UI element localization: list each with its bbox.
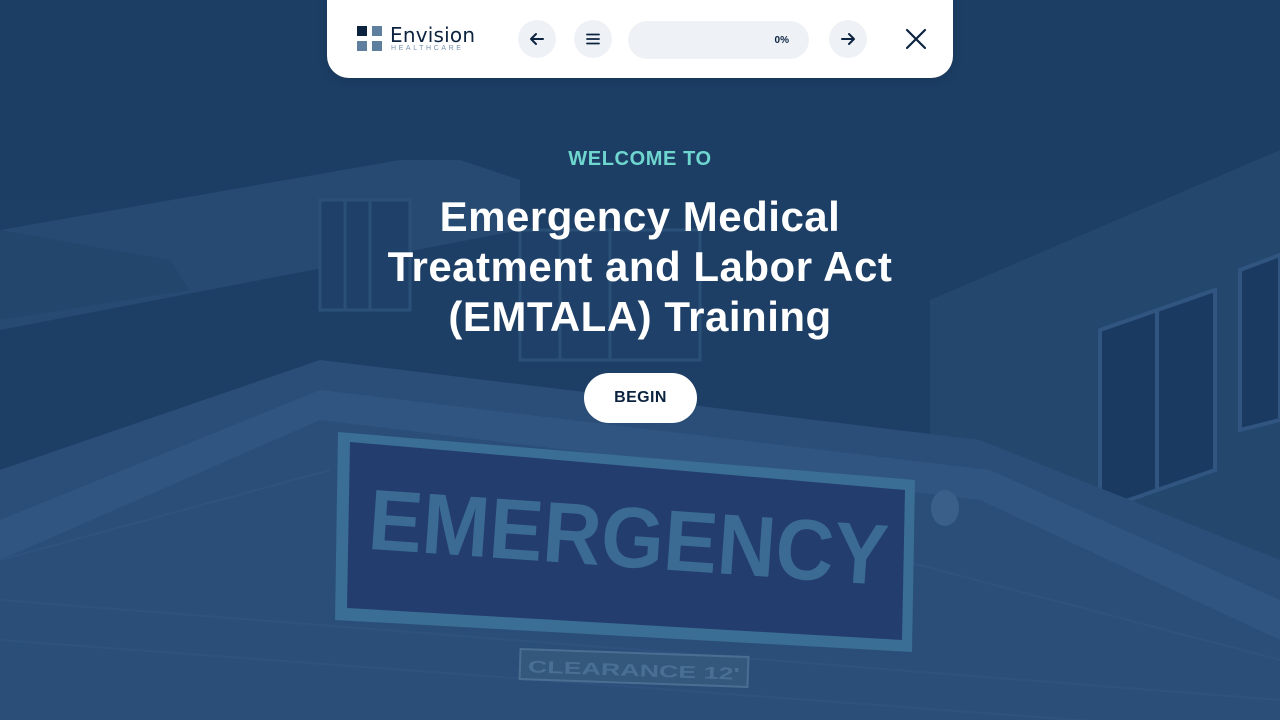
arrow-left-icon bbox=[530, 33, 544, 45]
course-progress-bar: 0% bbox=[628, 21, 809, 59]
progress-percent: 0% bbox=[774, 35, 789, 46]
arrow-right-icon bbox=[841, 33, 855, 45]
welcome-eyebrow: WELCOME TO bbox=[568, 148, 712, 170]
brand-tagline: HEALTHCARE bbox=[391, 45, 464, 52]
title-line: Treatment and Labor Act bbox=[387, 243, 893, 290]
brand-name: Envision bbox=[390, 23, 476, 47]
top-navigation-bar: Envision HEALTHCARE 0% bbox=[327, 0, 953, 78]
menu-button[interactable] bbox=[574, 20, 612, 58]
course-title: Emergency Medical Treatment and Labor Ac… bbox=[330, 192, 950, 342]
title-line: Emergency Medical bbox=[439, 193, 841, 240]
begin-button[interactable]: BEGIN bbox=[584, 373, 697, 423]
title-line: (EMTALA) Training bbox=[448, 293, 832, 340]
background-photo: EMERGENCY CLEARANCE 12' bbox=[0, 0, 1280, 720]
logo-mark-icon bbox=[357, 26, 382, 52]
close-icon bbox=[905, 28, 927, 50]
close-button[interactable] bbox=[901, 24, 931, 54]
back-button[interactable] bbox=[518, 20, 556, 58]
hamburger-menu-icon bbox=[586, 33, 600, 45]
next-button[interactable] bbox=[829, 20, 867, 58]
